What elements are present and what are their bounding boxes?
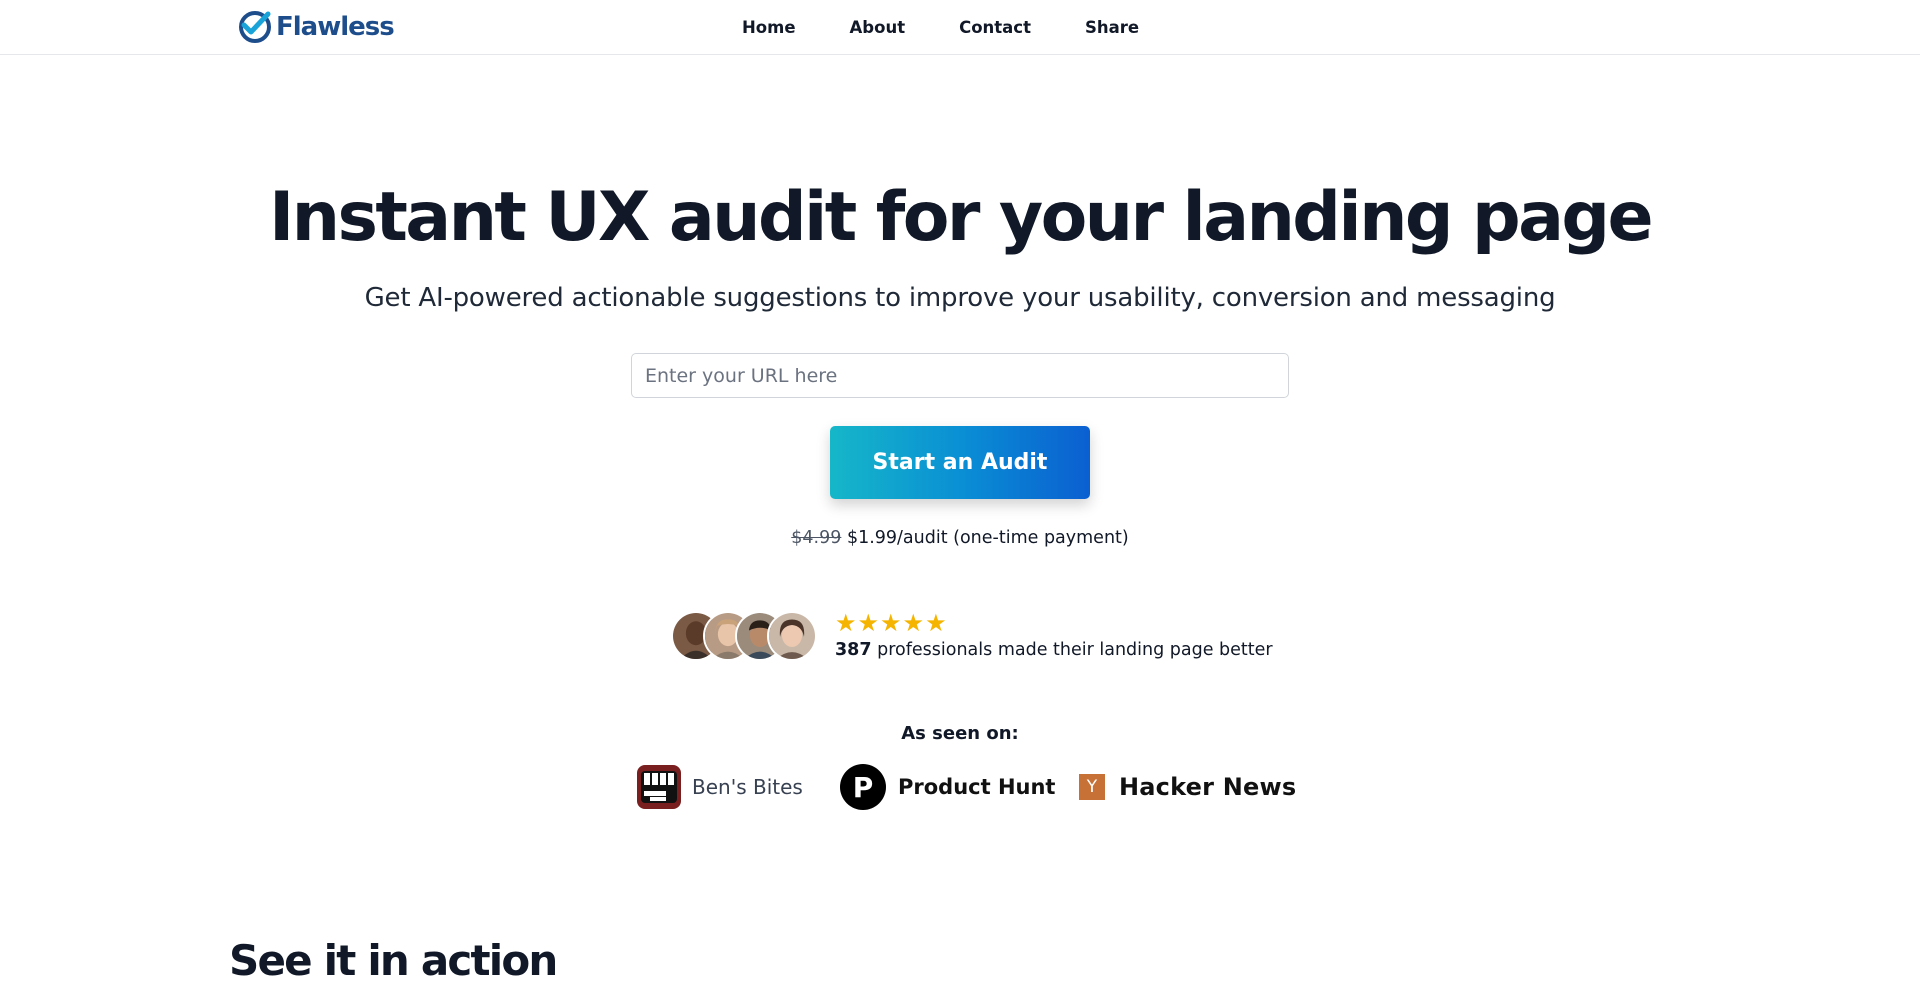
social-proof: ★ ★ ★ ★ ★ 387 professionals made their l… (671, 608, 1273, 664)
nav-contact-link[interactable]: Contact (959, 18, 1031, 37)
rating-stars: ★ ★ ★ ★ ★ (835, 609, 1273, 637)
start-audit-button[interactable]: Start an Audit (830, 426, 1090, 499)
press-hacker-news: Y Hacker News (1079, 764, 1296, 810)
bens-bites-link[interactable]: Ben's Bites (636, 764, 803, 810)
avatar-group (671, 609, 821, 663)
hero-title: Instant UX audit for your landing page (268, 178, 1654, 257)
hacker-news-label: Hacker News (1119, 773, 1297, 801)
star-icon: ★ (902, 609, 925, 637)
proof-count: 387 (835, 639, 872, 660)
old-price: $4.99 (791, 528, 842, 548)
product-hunt-label: Product Hunt (898, 775, 1056, 799)
see-it-in-action-heading: See it in action (229, 936, 558, 985)
press-bens-bites: Ben's Bites (636, 764, 803, 810)
product-hunt-icon: P (840, 764, 886, 810)
proof-line: 387 professionals made their landing pag… (835, 640, 1273, 660)
star-icon: ★ (835, 609, 857, 637)
star-icon: ★ (857, 609, 880, 637)
bens-bites-icon (637, 765, 681, 809)
url-input[interactable] (631, 353, 1289, 398)
nav-share-link[interactable]: Share (1085, 18, 1139, 37)
star-icon: ★ (925, 609, 947, 637)
new-price: $1.99/audit (one-time payment) (846, 528, 1129, 548)
pricing-line: $4.99 $1.99/audit (one-time payment) (0, 528, 1920, 548)
hacker-news-link[interactable]: Y Hacker News (1079, 773, 1296, 801)
as-seen-on-label: As seen on: (901, 723, 1019, 744)
brand-name: Flawless (276, 12, 395, 42)
hero-subtitle: Get AI-powered actionable suggestions to… (364, 283, 1556, 313)
avatar (767, 611, 817, 661)
product-hunt-link[interactable]: P Product Hunt (840, 764, 1055, 810)
press-product-hunt: P Product Hunt (840, 764, 1055, 810)
top-navbar: Flawless Home About Contact Share (0, 0, 1920, 55)
star-icon: ★ (880, 609, 902, 637)
hacker-news-icon: Y (1079, 774, 1105, 800)
main-nav: Home About Contact Share (742, 0, 1193, 55)
proof-description: professionals made their landing page be… (877, 639, 1273, 660)
nav-about-link[interactable]: About (850, 18, 906, 37)
flawless-logo-link[interactable]: Flawless (238, 9, 395, 45)
bens-bites-label: Ben's Bites (692, 775, 803, 799)
proof-text: ★ ★ ★ ★ ★ 387 professionals made their l… (835, 609, 1273, 660)
nav-home-link[interactable]: Home (742, 18, 796, 37)
flawless-check-icon (239, 11, 271, 43)
